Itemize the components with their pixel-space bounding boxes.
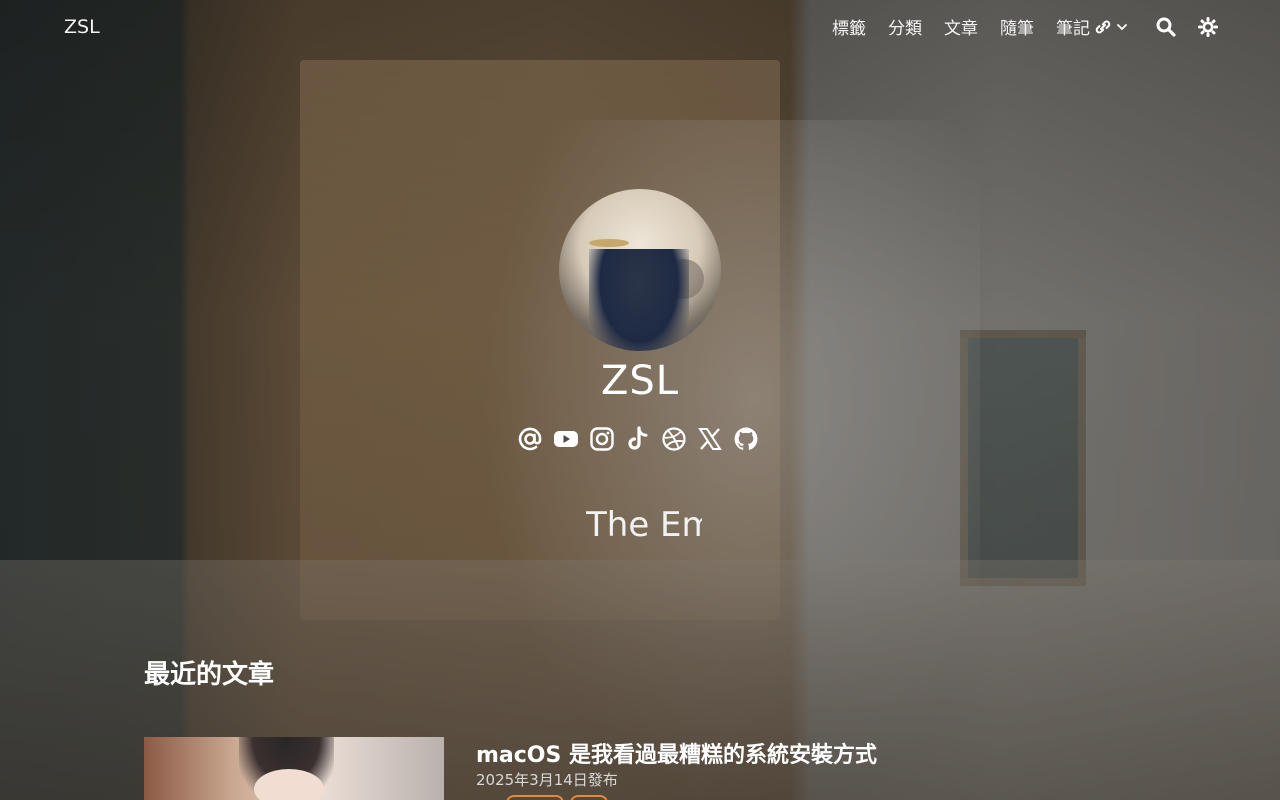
email-icon bbox=[518, 427, 542, 451]
post-title-link[interactable]: macOS 是我看過最糟糕的系統安裝方式 bbox=[476, 737, 877, 769]
post-thumbnail[interactable] bbox=[144, 737, 444, 800]
recent-posts-heading: 最近的文章 bbox=[144, 660, 275, 690]
main-nav: 標籤 分類 文章 隨筆 筆記 bbox=[832, 14, 1218, 39]
avatar-person bbox=[589, 249, 689, 351]
dribbble-icon bbox=[662, 427, 686, 451]
nav-item-essays[interactable]: 隨筆 bbox=[1000, 14, 1034, 39]
search-icon bbox=[1156, 17, 1176, 37]
email-link[interactable] bbox=[516, 424, 544, 454]
x-link[interactable] bbox=[696, 424, 724, 454]
dribbble-link[interactable] bbox=[660, 424, 688, 454]
site-header: ZSL 標籤 分類 文章 隨筆 筆記 bbox=[0, 0, 1280, 58]
link-icon bbox=[1095, 20, 1111, 33]
instagram-icon bbox=[590, 427, 614, 451]
tiktok-icon bbox=[628, 426, 648, 450]
nav-item-notes-label: 筆記 bbox=[1056, 19, 1090, 39]
nav-item-categories[interactable]: 分類 bbox=[888, 14, 922, 39]
post-card[interactable]: macOS 是我看過最糟糕的系統安裝方式 2025年3月14日發布 bbox=[144, 737, 904, 800]
youtube-icon bbox=[554, 431, 578, 447]
theme-toggle-button[interactable] bbox=[1198, 16, 1218, 37]
profile-title: ZSL bbox=[600, 358, 680, 404]
chevron-down-icon bbox=[1117, 23, 1127, 30]
post-tag-badge[interactable] bbox=[506, 795, 564, 800]
tiktok-link[interactable] bbox=[624, 424, 652, 454]
post-date: 2025年3月14日發布 bbox=[476, 771, 618, 789]
page: ZSL 標籤 分類 文章 隨筆 筆記 ZSL The Em 最近的文章 macO… bbox=[0, 0, 1280, 800]
sun-icon bbox=[1198, 16, 1218, 37]
x-icon bbox=[698, 428, 722, 450]
avatar bbox=[559, 189, 721, 351]
avatar-cymbal bbox=[589, 239, 629, 247]
social-links bbox=[516, 424, 760, 454]
search-button[interactable] bbox=[1156, 17, 1176, 37]
github-icon bbox=[734, 427, 758, 450]
post-tag-badge[interactable] bbox=[570, 795, 608, 800]
typewriter-tagline: The Em bbox=[586, 505, 702, 545]
nav-item-tags[interactable]: 標籤 bbox=[832, 14, 866, 39]
nav-item-posts[interactable]: 文章 bbox=[944, 14, 978, 39]
instagram-link[interactable] bbox=[588, 424, 616, 454]
nav-item-notes-dropdown[interactable]: 筆記 bbox=[1056, 14, 1128, 39]
youtube-link[interactable] bbox=[552, 424, 580, 454]
site-brand-link[interactable]: ZSL bbox=[64, 16, 100, 38]
github-link[interactable] bbox=[732, 424, 760, 454]
